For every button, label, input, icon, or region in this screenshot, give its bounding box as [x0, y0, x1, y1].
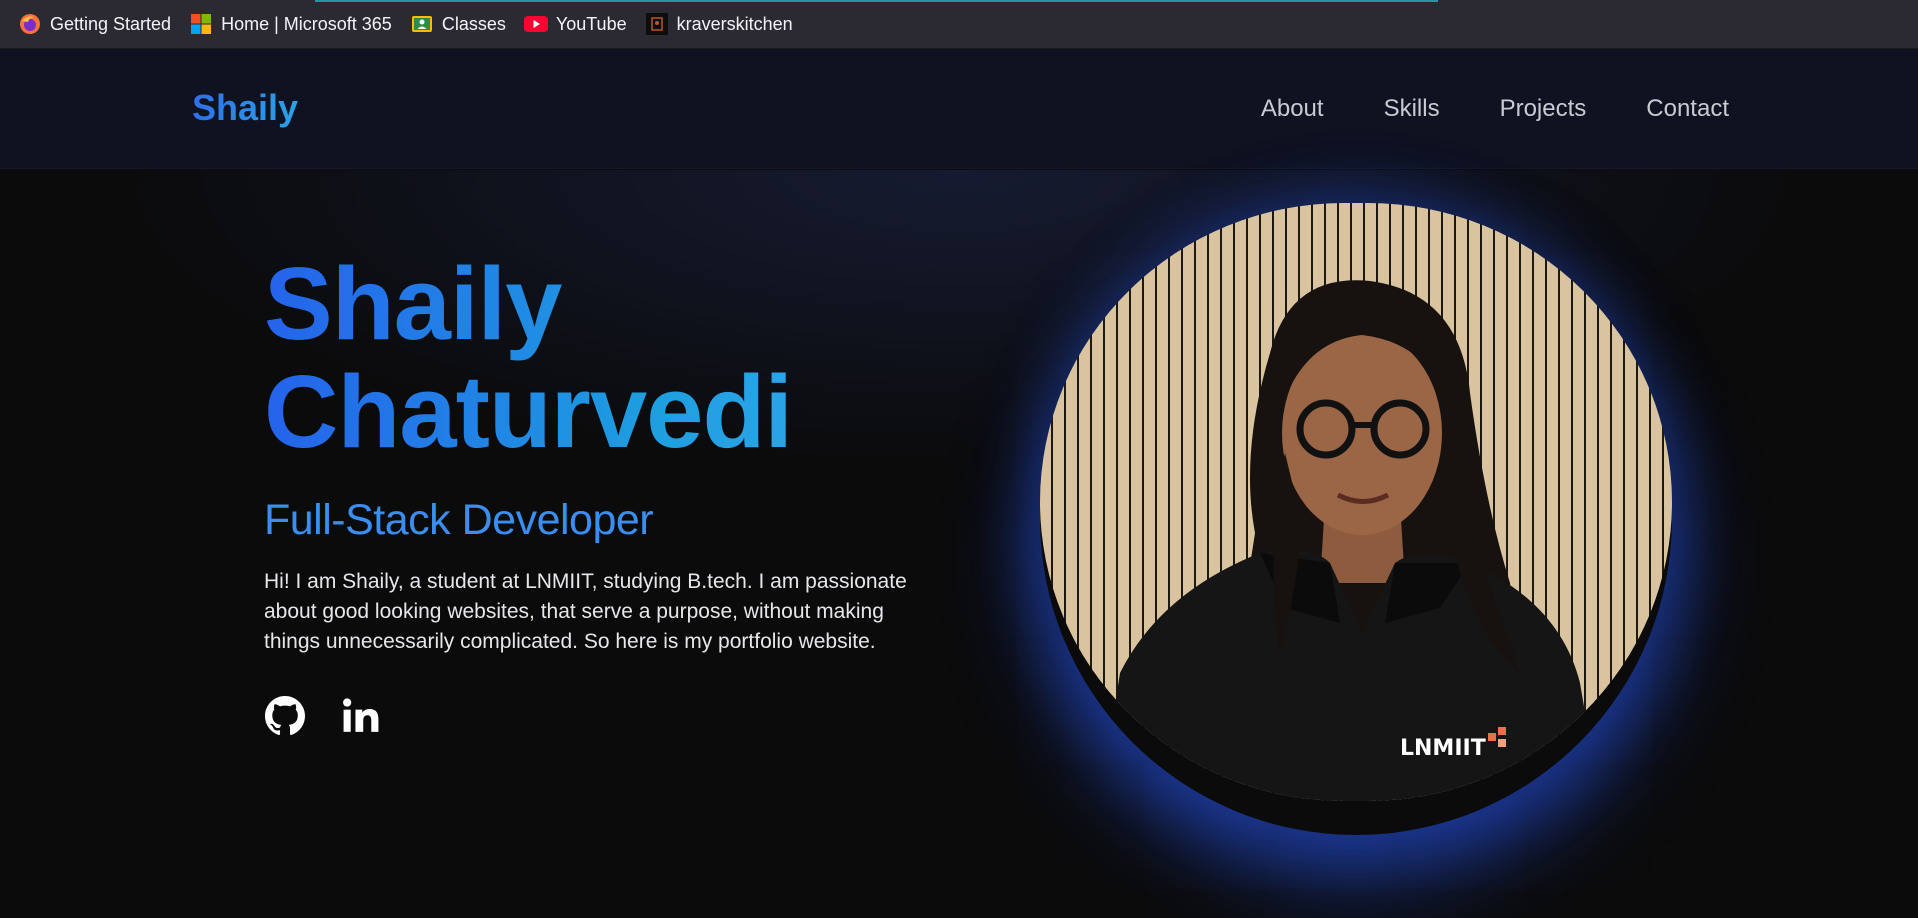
bookmark-youtube[interactable]: YouTube [523, 12, 627, 36]
hero-intro: Hi! I am Shaily, a student at LNMIIT, st… [264, 570, 907, 653]
microsoft-icon [189, 12, 213, 36]
bookmark-label: YouTube [555, 13, 627, 34]
hero-role: Full-Stack Developer [264, 496, 654, 544]
bookmark-label: kraverskitchen [676, 13, 793, 34]
youtube-icon [523, 12, 548, 36]
hero-first-name: Shaily [264, 246, 562, 361]
bookmark-getting-started[interactable]: Getting Started [18, 12, 171, 36]
site-header: Shaily About Skills Projects Contact [0, 49, 1918, 169]
linkedin-icon[interactable] [340, 695, 382, 737]
classroom-icon [410, 12, 434, 36]
firefox-icon [18, 12, 42, 36]
hero-section: Shaily Chaturvedi Full-Stack Developer H… [0, 170, 1918, 918]
site-icon [645, 12, 669, 36]
bookmark-microsoft-365[interactable]: Home | Microsoft 365 [189, 12, 392, 36]
nav-link-projects[interactable]: Projects [1500, 95, 1587, 123]
bookmark-label: Classes [441, 13, 506, 34]
bookmark-kraverskitchen[interactable]: kraverskitchen [645, 12, 793, 36]
github-icon[interactable] [264, 695, 306, 737]
shirt-logo-text: LNMIIT [1400, 736, 1486, 761]
brand-logo[interactable]: Shaily [192, 87, 298, 129]
page-load-indicator [315, 0, 1438, 2]
main-nav: About Skills Projects Contact [1261, 95, 1729, 123]
hero-name: Shaily Chaturvedi [264, 250, 914, 466]
hero-text: Shaily Chaturvedi Full-Stack Developer H… [264, 250, 914, 737]
social-links [264, 695, 914, 737]
hero-last-name: Chaturvedi [264, 354, 792, 469]
bookmark-classes[interactable]: Classes [410, 12, 506, 36]
nav-link-contact[interactable]: Contact [1646, 95, 1729, 123]
bookmark-label: Getting Started [50, 13, 172, 34]
bookmark-label: Home | Microsoft 365 [221, 13, 392, 34]
nav-link-skills[interactable]: Skills [1384, 95, 1440, 123]
profile-photo: LNMIIT [1040, 203, 1672, 801]
bookmarks-bar: Getting Started Home | Microsoft 365 Cla… [0, 0, 1918, 49]
nav-link-about[interactable]: About [1261, 95, 1324, 123]
